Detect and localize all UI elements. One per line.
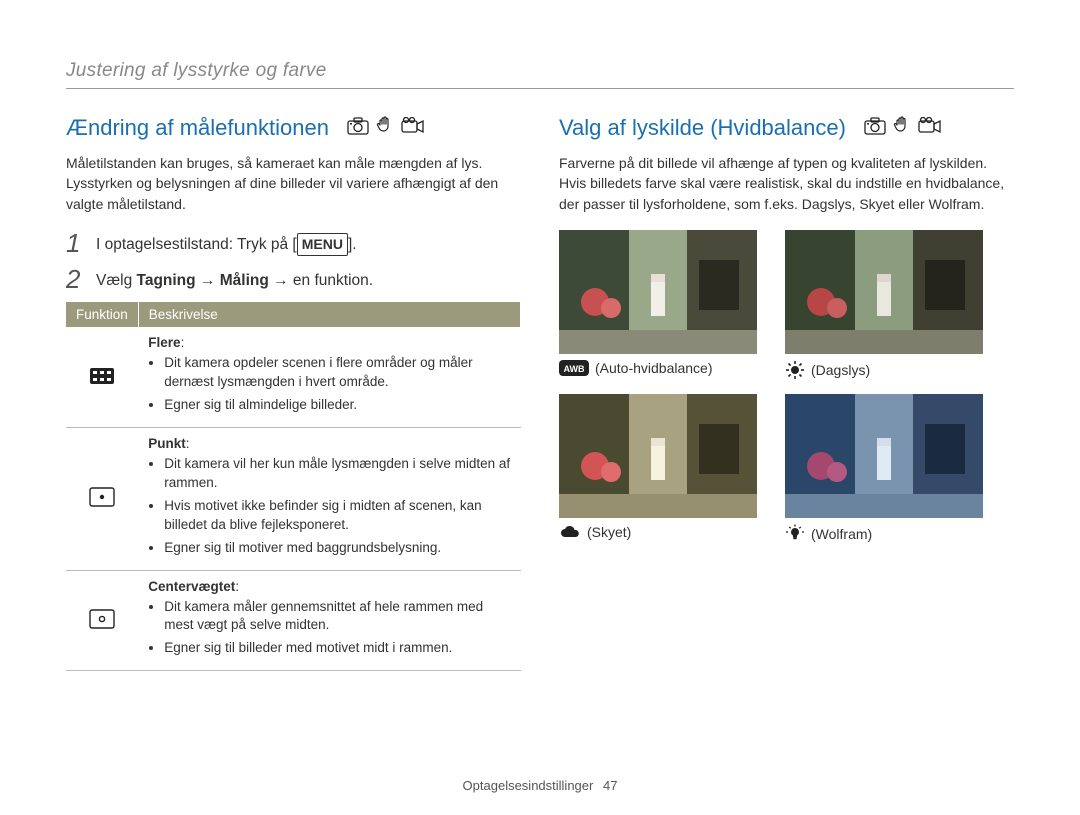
- metering-table: Funktion Beskrivelse Flere: Dit kamera o…: [66, 302, 521, 671]
- camera-icon: [347, 115, 369, 141]
- section-title-text: Valg af lyskilde (Hvidbalance): [559, 115, 846, 141]
- wb-item-auto: AWB (Auto-hvidbalance): [559, 230, 757, 380]
- func-bullet: Dit kamera måler gennemsnittet af hele r…: [164, 598, 510, 636]
- th-function: Funktion: [66, 302, 138, 327]
- wb-label: AWB (Auto-hvidbalance): [559, 360, 757, 376]
- video-icon: [918, 115, 942, 141]
- page-number: 47: [603, 778, 617, 793]
- wb-label-text: (Skyet): [587, 524, 631, 540]
- metering-center-icon: [66, 570, 138, 671]
- metering-multi-icon: [66, 327, 138, 427]
- steps-list: 1 I optagelsestilstand: Tryk på [MENU]. …: [66, 230, 521, 293]
- mode-icons-group: [864, 115, 942, 141]
- table-row: Centervægtet: Dit kamera måler gennemsni…: [66, 570, 521, 671]
- func-bullet: Hvis motivet ikke befinder sig i midten …: [164, 497, 510, 535]
- func-bullet: Egner sig til billeder med motivet midt …: [164, 639, 510, 658]
- step1-suffix: ].: [348, 236, 357, 253]
- step-1: 1 I optagelsestilstand: Tryk på [MENU].: [66, 230, 521, 256]
- wb-sample-image: [559, 394, 757, 518]
- wb-sample-image: [559, 230, 757, 354]
- bulb-icon: [785, 524, 805, 544]
- camera-icon: [864, 115, 886, 141]
- step-number: 1: [66, 230, 86, 256]
- metering-spot-icon: [66, 428, 138, 570]
- func-bullet: Dit kamera vil her kun måle lysmængden i…: [164, 455, 510, 493]
- table-row: Flere: Dit kamera opdeler scenen i flere…: [66, 327, 521, 427]
- func-name: Flere: [148, 335, 180, 350]
- func-name: Centervægtet: [148, 579, 235, 594]
- step2-bold: Tagning → Måling: [137, 272, 269, 289]
- func-bullet: Dit kamera opdeler scenen i flere område…: [164, 354, 510, 392]
- metering-intro: Måletilstanden kan bruges, så kameraet k…: [66, 153, 521, 214]
- wb-label-text: (Wolfram): [811, 526, 872, 542]
- wb-label-text: (Dagslys): [811, 362, 870, 378]
- whitebalance-intro: Farverne på dit billede vil afhænge af t…: [559, 153, 1014, 214]
- wb-label-text: (Auto-hvidbalance): [595, 360, 713, 376]
- section-title-whitebalance: Valg af lyskilde (Hvidbalance): [559, 115, 1014, 141]
- wb-label: (Skyet): [559, 524, 757, 540]
- sun-icon: [785, 360, 805, 380]
- video-icon: [401, 115, 425, 141]
- menu-button-label: MENU: [297, 233, 348, 256]
- func-name: Punkt: [148, 436, 186, 451]
- func-bullet: Egner sig til motiver med baggrundsbelys…: [164, 539, 510, 558]
- wb-sample-image: [785, 394, 983, 518]
- wb-item-tungsten: (Wolfram): [785, 394, 983, 544]
- wb-label: (Wolfram): [785, 524, 983, 544]
- step2-suffix: → en funktion.: [269, 272, 373, 289]
- func-bullet: Egner sig til almindelige billeder.: [164, 396, 510, 415]
- th-description: Beskrivelse: [138, 302, 520, 327]
- whitebalance-grid: AWB (Auto-hvidbalance): [559, 230, 1014, 544]
- header-breadcrumb: Justering af lysstyrke og farve: [66, 60, 1014, 82]
- page-footer: Optagelsesindstillinger 47: [0, 778, 1080, 793]
- step1-prefix: I optagelsestilstand: Tryk på [: [96, 236, 297, 253]
- hand-icon: [375, 115, 395, 141]
- step2-prefix: Vælg: [96, 272, 137, 289]
- wb-item-daylight: (Dagslys): [785, 230, 983, 380]
- table-row: Punkt: Dit kamera vil her kun måle lysmæ…: [66, 428, 521, 570]
- hand-icon: [892, 115, 912, 141]
- step-text: I optagelsestilstand: Tryk på [MENU].: [96, 230, 357, 256]
- mode-icons-group: [347, 115, 425, 141]
- awb-icon: AWB: [559, 360, 589, 376]
- wb-item-cloudy: (Skyet): [559, 394, 757, 544]
- left-column: Ændring af målefunktionen Måletilstanden…: [66, 115, 521, 671]
- wb-sample-image: [785, 230, 983, 354]
- cloud-icon: [559, 524, 581, 540]
- wb-label: (Dagslys): [785, 360, 983, 380]
- footer-text: Optagelsesindstillinger: [463, 778, 594, 793]
- right-column: Valg af lyskilde (Hvidbalance) Farverne …: [559, 115, 1014, 671]
- header-divider: [66, 88, 1014, 89]
- step-text: Vælg Tagning → Måling → en funktion.: [96, 266, 373, 292]
- step-2: 2 Vælg Tagning → Måling → en funktion.: [66, 266, 521, 292]
- section-title-metering: Ændring af målefunktionen: [66, 115, 521, 141]
- step-number: 2: [66, 266, 86, 292]
- svg-text:AWB: AWB: [564, 364, 585, 374]
- section-title-text: Ændring af målefunktionen: [66, 115, 329, 141]
- page-columns: Ændring af målefunktionen Måletilstanden…: [66, 115, 1014, 671]
